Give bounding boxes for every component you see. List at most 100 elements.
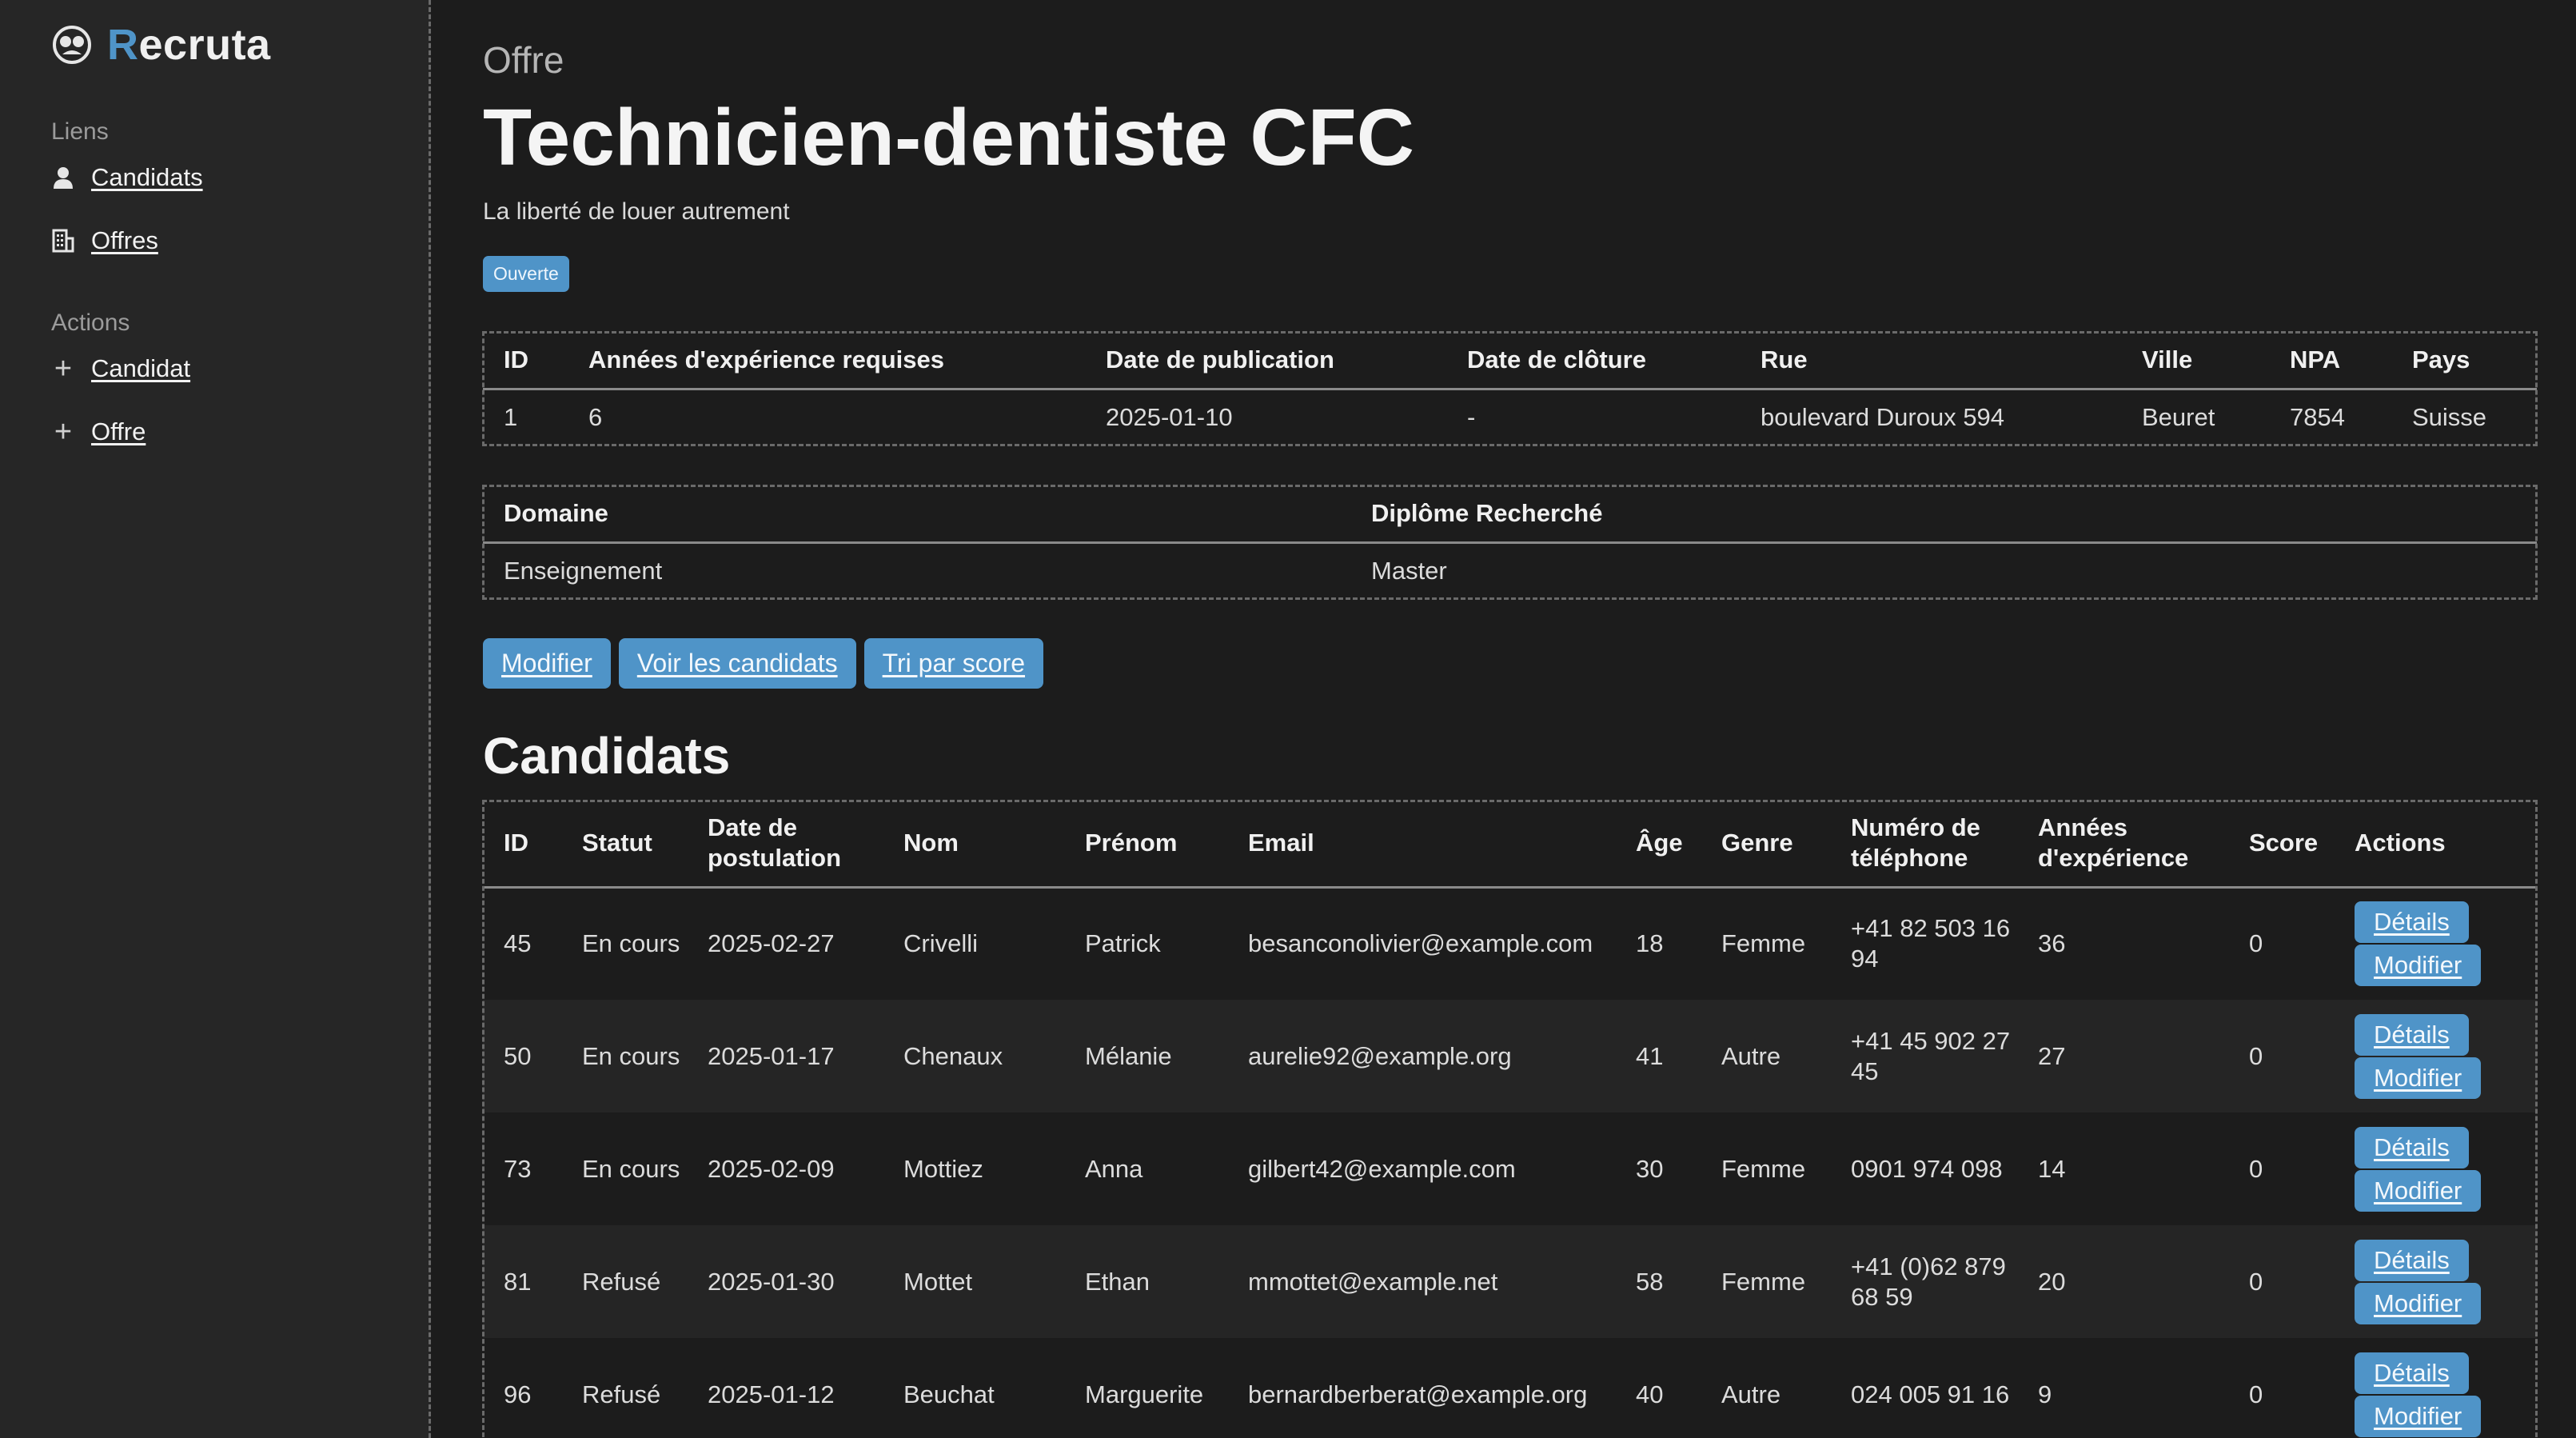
- edit-candidate-button[interactable]: Modifier: [2355, 1395, 2482, 1437]
- table-row: 73 En cours 2025-02-09 Mottiez Anna gilbert42…: [483, 1112, 2537, 1225]
- cell-id: 81: [483, 1225, 582, 1338]
- cell-phone: +41 82 503 16 94: [1851, 914, 2011, 973]
- edit-candidate-button[interactable]: Modifier: [2355, 1282, 2482, 1324]
- candidates-body: 45 En cours 2025-02-27 Crivelli Patrick besan…: [483, 887, 2537, 1438]
- sidebar: Recruta Liens Candidats Offres Actions +…: [0, 0, 431, 1438]
- table-cell: 6: [588, 403, 603, 432]
- cell-date: 2025-02-27: [708, 929, 835, 958]
- status-badge: Ouverte: [483, 256, 569, 292]
- cell-actions: Détails Modifier: [2355, 887, 2537, 1000]
- details-button[interactable]: Détails: [2355, 1352, 2469, 1394]
- page-kicker: Offre: [483, 39, 564, 81]
- brand-name: Recruta: [107, 21, 271, 69]
- cell-age: 30: [1636, 1154, 1664, 1183]
- edit-offer-button[interactable]: Modifier: [483, 638, 611, 689]
- col-header: Ville: [2121, 332, 2269, 390]
- cell-date: 2025-01-30: [708, 1225, 903, 1338]
- col-header-date: Date de postulation: [708, 801, 903, 889]
- links-heading: Liens: [51, 118, 109, 145]
- cell-gender: Femme: [1721, 1225, 1851, 1338]
- col-header-email: Email: [1248, 801, 1636, 889]
- sidebar-item-offres[interactable]: Offres: [51, 223, 429, 258]
- col-header: Diplôme Recherché: [1350, 485, 2537, 544]
- row-actions: Détails Modifier: [2355, 901, 2529, 987]
- col-header: Date de clôture: [1446, 332, 1740, 390]
- table-row: 1 6 2025-01-10 - boulevard Duroux 594 Be…: [483, 389, 2537, 445]
- cell-phone: 0901 974 098: [1851, 1154, 2003, 1183]
- sidebar-action-offre[interactable]: + Offre: [51, 414, 429, 449]
- cell-actions: Détails Modifier: [2355, 1112, 2537, 1225]
- cell-last: Chenaux: [903, 1000, 1085, 1112]
- cell-date: 2025-01-17: [708, 1000, 903, 1112]
- sidebar-link-offres[interactable]: Offres: [91, 226, 158, 255]
- sidebar-link-candidats[interactable]: Candidats: [91, 163, 203, 192]
- table-row: 50 En cours 2025-01-17 Chenaux Mélanie aureli…: [483, 1000, 2537, 1112]
- edit-candidate-button[interactable]: Modifier: [2355, 1057, 2482, 1099]
- cell-first: Marguerite: [1085, 1380, 1204, 1408]
- table-cell: -: [1467, 403, 1476, 432]
- cell-date: 2025-01-12: [708, 1380, 835, 1408]
- row-actions: Détails Modifier: [2355, 1352, 2529, 1437]
- actions-heading: Actions: [51, 310, 130, 336]
- table-row: Enseignement Master: [483, 542, 2537, 599]
- cell-age: 58: [1636, 1225, 1721, 1338]
- offer-subtitle: La liberté de louer autrement: [483, 198, 790, 225]
- sidebar-item-candidats[interactable]: Candidats: [51, 160, 429, 195]
- cell-last: Mottet: [903, 1225, 1085, 1338]
- table-cell: 7854: [2290, 403, 2345, 432]
- cell-last: Crivelli: [903, 929, 978, 958]
- sidebar-action-candidat[interactable]: + Candidat: [51, 351, 429, 386]
- cell-phone: +41 (0)62 879 68 59: [1851, 1225, 2038, 1338]
- table-row: 45 En cours 2025-02-27 Crivelli Patrick besan…: [483, 887, 2537, 1000]
- table-cell: 2025-01-10: [1106, 403, 1233, 432]
- table-cell: Suisse: [2412, 403, 2487, 432]
- cell-actions: Détails Modifier: [2355, 1338, 2537, 1438]
- plus-icon: +: [54, 352, 73, 385]
- edit-candidate-button[interactable]: Modifier: [2355, 945, 2482, 987]
- sort-by-score-button[interactable]: Tri par score: [863, 638, 1044, 689]
- col-header-gender: Genre: [1721, 801, 1851, 889]
- cell-years: 27: [2038, 1000, 2249, 1112]
- col-header: Domaine: [483, 485, 1350, 544]
- cell-id: 96: [504, 1380, 532, 1408]
- col-header-years: Années d'expérience: [2038, 801, 2249, 889]
- cell-score: 0: [2249, 1380, 2263, 1408]
- details-button[interactable]: Détails: [2355, 1013, 2469, 1056]
- cell-status: En cours: [582, 929, 680, 958]
- cell-email: gilbert42@example.com: [1248, 1154, 1516, 1183]
- col-header: Date de publication: [1085, 332, 1446, 390]
- edit-candidate-button[interactable]: Modifier: [2355, 1169, 2482, 1212]
- cell-score: 0: [2249, 929, 2263, 958]
- view-candidates-button[interactable]: Voir les candidats: [618, 638, 856, 689]
- cell-gender: Femme: [1721, 1154, 1806, 1183]
- details-button[interactable]: Détails: [2355, 1126, 2469, 1168]
- details-button[interactable]: Détails: [2355, 1239, 2469, 1281]
- cell-score: 0: [2249, 1154, 2263, 1183]
- col-header: Pays: [2391, 332, 2537, 390]
- building-icon: [51, 229, 75, 253]
- cell-email: aurelie92@example.org: [1248, 1000, 1636, 1112]
- col-header-status: Statut: [582, 801, 708, 889]
- table-cell: Beuret: [2142, 403, 2215, 432]
- col-header: Rue: [1740, 332, 2121, 390]
- offer-info-table: ID Années d'expérience requises Date de …: [482, 331, 2538, 446]
- col-header-score: Score: [2249, 801, 2355, 889]
- cell-id: 50: [483, 1000, 582, 1112]
- sidebar-link-new-candidat[interactable]: Candidat: [91, 354, 190, 383]
- table-cell: 1: [504, 403, 518, 432]
- cell-age: 40: [1636, 1380, 1664, 1408]
- main-content: Offre Technicien-dentiste CFC La liberté…: [431, 0, 2576, 1438]
- brand[interactable]: Recruta: [51, 21, 429, 69]
- sidebar-link-new-offre[interactable]: Offre: [91, 417, 146, 446]
- cell-score: 0: [2249, 1225, 2355, 1338]
- details-button[interactable]: Détails: [2355, 901, 2469, 944]
- cell-email: besanconolivier@example.com: [1248, 929, 1593, 958]
- cell-years: 36: [2038, 929, 2066, 958]
- col-header: NPA: [2269, 332, 2391, 390]
- logo-icon: [53, 26, 91, 64]
- cell-status: Refusé: [582, 1225, 708, 1338]
- cell-age: 18: [1636, 929, 1664, 958]
- cell-years: 20: [2038, 1225, 2249, 1338]
- cell-id: 45: [504, 929, 532, 958]
- cell-phone: 024 005 91 16: [1851, 1380, 2010, 1408]
